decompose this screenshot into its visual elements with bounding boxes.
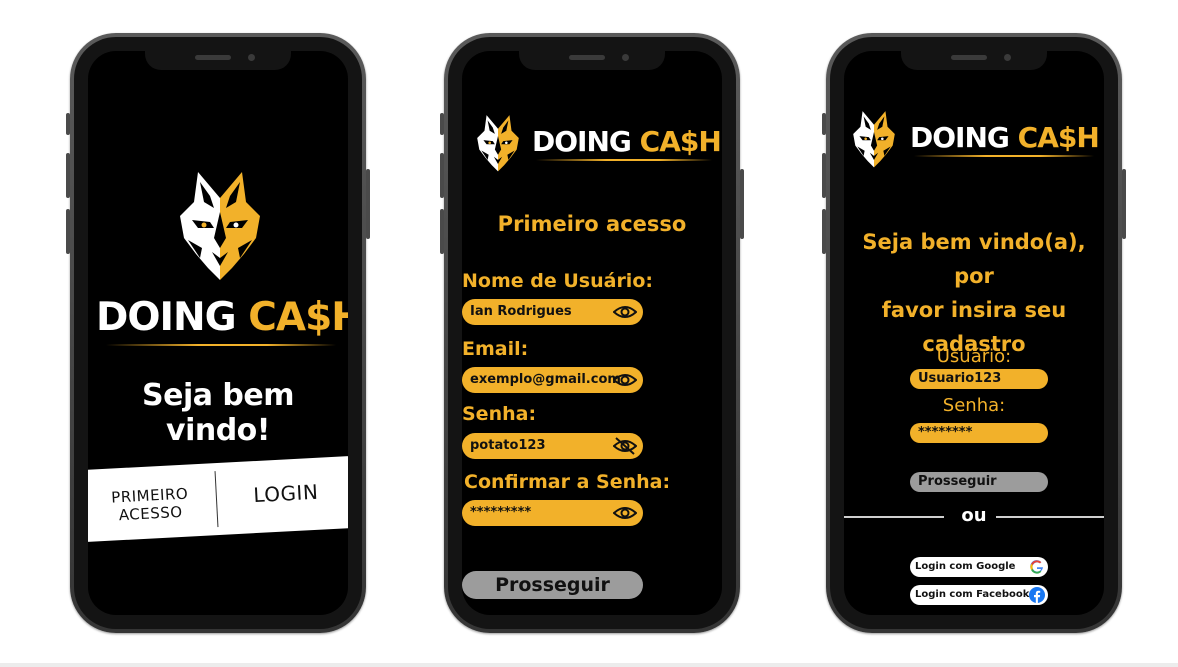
notch <box>145 48 291 70</box>
confirm-password-label: Confirmar a Senha: <box>464 471 671 493</box>
google-label: Login com Google <box>915 561 1016 572</box>
login-facebook-button[interactable]: Login com Facebook <box>910 585 1048 605</box>
facebook-icon <box>1029 587 1045 603</box>
facebook-label: Login com Facebook <box>915 589 1030 600</box>
brand-word1: DOING <box>532 125 632 158</box>
password-field[interactable]: potato123 <box>462 433 643 459</box>
login-screen: DOING CA$H Seja bem vindo(a), por favor … <box>844 51 1104 615</box>
password-label: Senha: <box>942 395 1006 416</box>
username-value: Ian Rodrigues <box>470 304 572 319</box>
brand-underline <box>106 344 336 346</box>
heading-line1: Seja bem vindo(a), por <box>862 230 1086 288</box>
page-title: Primeiro acesso <box>497 212 687 236</box>
primeiro-acesso-button[interactable]: PRIMEIRO ACESSO <box>99 484 201 525</box>
brand-wordmark: DOING CA$H <box>96 295 348 340</box>
phone-first-access: DOING CA$H Primeiro acesso Nome de Usuár… <box>440 33 744 633</box>
eye-icon[interactable] <box>613 371 637 389</box>
welcome-title: Seja bem vindo! <box>141 378 295 448</box>
divider-line-right <box>996 516 1104 518</box>
wolf-logo-icon <box>848 109 900 169</box>
brand-word1: DOING <box>96 295 237 340</box>
brand-word2: CA$H <box>639 125 722 158</box>
username-label: Nome de Usuário: <box>462 270 653 292</box>
password-value: potato123 <box>470 438 546 453</box>
first-access-screen: DOING CA$H Primeiro acesso Nome de Usuár… <box>462 51 722 615</box>
notch <box>901 48 1047 70</box>
email-value: exemplo@gmail.com <box>470 372 621 387</box>
brand-word2: CA$H <box>248 295 348 340</box>
phone-login: DOING CA$H Seja bem vindo(a), por favor … <box>822 33 1126 633</box>
brand-word2: CA$H <box>1017 121 1100 154</box>
confirm-password-field[interactable]: ********* <box>462 500 643 526</box>
wolf-logo-icon <box>472 113 524 173</box>
user-field[interactable]: Usuario123 <box>910 369 1048 389</box>
username-field[interactable]: Ian Rodrigues <box>462 299 643 325</box>
brand-underline <box>914 155 1094 157</box>
welcome-screen: DOING CA$H Seja bem vindo! PRIMEIRO ACES… <box>88 51 348 615</box>
login-button[interactable]: LOGIN <box>235 479 336 508</box>
wolf-logo-icon <box>170 168 270 283</box>
divider <box>214 471 219 528</box>
email-field[interactable]: exemplo@gmail.com <box>462 367 643 393</box>
google-icon <box>1030 560 1043 574</box>
welcome-heading: Seja bem vindo(a), por favor insira seu … <box>844 225 1104 361</box>
phone-welcome: DOING CA$H Seja bem vindo! PRIMEIRO ACES… <box>66 33 370 633</box>
brand-underline <box>536 159 712 161</box>
password-label: Senha: <box>462 403 537 425</box>
password-field[interactable]: ******** <box>910 423 1048 443</box>
login-google-button[interactable]: Login com Google <box>910 557 1048 577</box>
prosseguir-button[interactable]: Prosseguir <box>910 472 1048 492</box>
brand-wordmark: DOING CA$H <box>910 121 1100 154</box>
confirm-password-value: ********* <box>470 505 532 520</box>
brand-word1: DOING <box>910 121 1010 154</box>
heading-line2: favor insira seu <box>881 298 1067 322</box>
prosseguir-button[interactable]: Prosseguir <box>462 571 643 599</box>
notch <box>519 48 665 70</box>
action-card: PRIMEIRO ACESSO LOGIN <box>88 456 348 542</box>
eye-icon[interactable] <box>613 303 637 321</box>
eye-off-icon[interactable] <box>613 437 637 455</box>
email-label: Email: <box>462 338 529 360</box>
brand-wordmark: DOING CA$H <box>532 125 722 158</box>
eye-icon[interactable] <box>613 504 637 522</box>
user-label: Usuário: <box>936 346 1012 367</box>
page-bottom-border <box>0 663 1178 667</box>
